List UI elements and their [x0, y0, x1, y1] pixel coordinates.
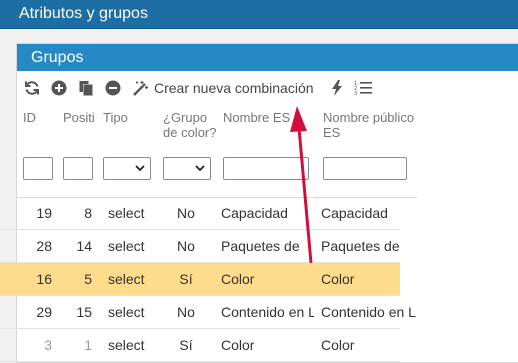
table-row[interactable]: 29 15 select No Contenido en L Contenido… — [0, 296, 416, 329]
cell-name: Paquetes de — [221, 238, 300, 254]
cell-name: Contenido en L — [221, 304, 314, 320]
panel-title: Grupos — [17, 44, 518, 71]
table-row[interactable]: 3 1 select Sí Color Color — [0, 329, 400, 362]
table-row[interactable]: 28 14 select No Paquetes de Paquetes de — [0, 230, 400, 263]
header-public-name-line2: ES — [323, 125, 341, 140]
chevron-down-icon — [135, 165, 145, 172]
header-position[interactable]: Positi — [63, 110, 95, 125]
header-color-group[interactable]: ¿Grupo de color? — [163, 110, 216, 140]
filter-name-es-input[interactable] — [223, 157, 309, 180]
cell-position: 14 — [76, 238, 92, 254]
app-title: Atributos y grupos — [0, 0, 518, 29]
remove-circle-icon[interactable] — [105, 76, 121, 100]
cell-name: Color — [221, 337, 255, 353]
header-color-group-line1: ¿Grupo — [163, 110, 208, 125]
cell-position: 15 — [76, 304, 92, 320]
cell-public-name: Paquetes de — [321, 238, 400, 254]
header-id[interactable]: ID — [23, 110, 36, 125]
ordered-list-icon[interactable]: 123 — [354, 76, 372, 100]
lightning-icon[interactable] — [331, 76, 343, 100]
filter-public-name-input[interactable] — [323, 157, 407, 180]
header-name-es[interactable]: Nombre ES — [223, 110, 290, 125]
table-row-selected[interactable]: 16 5 select Sí Color Color — [0, 263, 400, 296]
cell-public-name: Color — [321, 337, 355, 353]
chevron-down-icon — [195, 165, 205, 172]
header-public-name[interactable]: Nombre público ES — [323, 110, 414, 140]
cell-name: Color — [221, 271, 255, 287]
filter-type-select[interactable] — [103, 157, 151, 180]
magic-wand-icon — [133, 81, 148, 96]
create-combination-button[interactable]: Crear nueva combinación — [132, 76, 314, 100]
cell-position: 5 — [84, 271, 92, 287]
toolbar: Crear nueva combinación 123 — [17, 72, 518, 104]
header-type[interactable]: Tipo — [103, 110, 128, 125]
cell-color-group: No — [177, 304, 195, 320]
cell-public-name: Color — [321, 271, 355, 287]
add-circle-icon[interactable] — [51, 76, 67, 100]
table-header-row: ID Positi Tipo ¿Grupo de color? Nombre E… — [17, 104, 417, 146]
header-color-group-line2: de color? — [163, 125, 217, 140]
refresh-icon[interactable] — [24, 76, 40, 100]
create-combination-label: Crear nueva combinación — [154, 80, 314, 96]
filter-position-input[interactable] — [63, 157, 93, 180]
filter-row — [17, 146, 417, 198]
copy-icon[interactable] — [78, 76, 94, 100]
cell-position: 1 — [84, 337, 92, 353]
cell-id: 16 — [36, 271, 52, 287]
cell-type: select — [108, 205, 145, 221]
cell-type: select — [108, 271, 145, 287]
cell-name: Capacidad — [221, 205, 288, 221]
groups-table: ID Positi Tipo ¿Grupo de color? Nombre E… — [17, 104, 417, 198]
content-area: Grupos Crear nueva combinación 12 3 ID P… — [0, 29, 518, 363]
cell-color-group: No — [177, 238, 195, 254]
cell-id: 28 — [36, 238, 52, 254]
cell-color-group: Sí — [179, 337, 193, 353]
cell-type: select — [108, 337, 145, 353]
cell-public-name: Contenido en L — [321, 304, 416, 320]
svg-text:3: 3 — [354, 91, 357, 96]
cell-id: 3 — [44, 337, 52, 353]
cell-id: 19 — [36, 205, 52, 221]
cell-public-name: Capacidad — [321, 205, 388, 221]
cell-color-group: Sí — [179, 271, 193, 287]
cell-type: select — [108, 304, 145, 320]
cell-id: 29 — [36, 304, 52, 320]
header-public-name-line1: Nombre público — [323, 110, 415, 125]
cell-position: 8 — [84, 205, 92, 221]
cell-type: select — [108, 238, 145, 254]
filter-color-group-select[interactable] — [163, 157, 211, 180]
filter-id-input[interactable] — [23, 157, 53, 180]
table-row[interactable]: 19 8 select No Capacidad Capacidad — [0, 197, 400, 230]
cell-color-group: No — [177, 205, 195, 221]
